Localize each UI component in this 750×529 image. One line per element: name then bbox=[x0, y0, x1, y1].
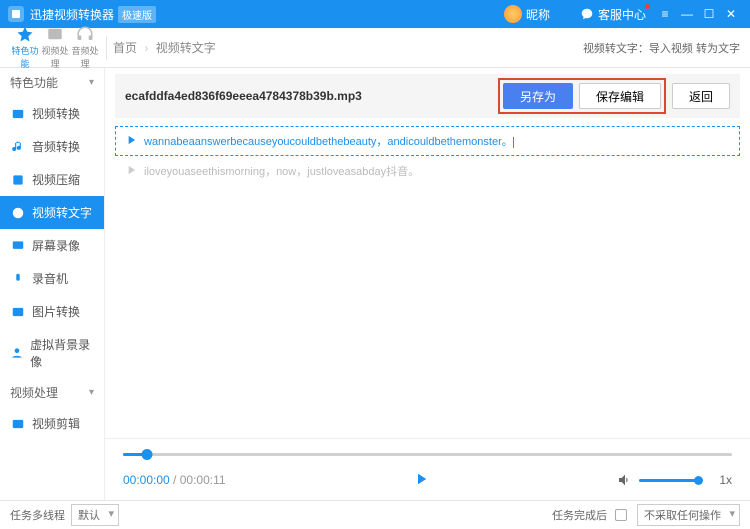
multithread-select[interactable]: 默认 bbox=[71, 504, 119, 526]
chat-icon bbox=[580, 7, 594, 21]
save-as-button[interactable]: 另存为 bbox=[503, 83, 573, 109]
breadcrumb-home[interactable]: 首页 bbox=[113, 41, 137, 55]
volume-control[interactable] bbox=[617, 472, 699, 488]
maximize-button[interactable]: ☐ bbox=[698, 7, 720, 21]
sidebar-item-video-edit[interactable]: 视频剪辑 bbox=[0, 407, 104, 440]
file-name: ecafddfa4ed836f69eeea4784378b39b.mp3 bbox=[125, 89, 492, 103]
after-task-label: 任务完成后 bbox=[552, 507, 607, 523]
back-button[interactable]: 返回 bbox=[672, 83, 730, 109]
headphone-icon bbox=[76, 25, 94, 43]
sidebar-item-recorder[interactable]: 录音机 bbox=[0, 262, 104, 295]
settings-icon[interactable]: ≡ bbox=[654, 7, 676, 21]
breadcrumb: 首页 › 视频转文字 bbox=[113, 39, 216, 56]
sidebar-item-video-compress[interactable]: 视频压缩 bbox=[0, 163, 104, 196]
user-avatar-icon[interactable] bbox=[504, 5, 522, 23]
play-icon bbox=[124, 163, 138, 177]
titlebar: 迅捷视频转换器 极速版 昵称 客服中心 ≡ — ☐ ✕ bbox=[0, 0, 750, 28]
sidebar-item-screen-record[interactable]: 屏幕录像 bbox=[0, 229, 104, 262]
sidebar: 特色功能 ▾ 视频转换 音频转换 视频压缩 视频转文字 屏幕录像 录音机 图片转… bbox=[0, 68, 105, 500]
page-hint: 视频转文字：导入视频 转为文字 bbox=[583, 40, 740, 56]
multithread-label: 任务多线程 bbox=[10, 507, 65, 523]
tab-audio[interactable]: 音频处理 bbox=[70, 25, 100, 70]
speaker-icon bbox=[617, 472, 633, 488]
transcript-line[interactable]: wannabeaanswerbecauseyoucouldbethebeauty… bbox=[115, 126, 740, 156]
progress-track[interactable] bbox=[123, 445, 732, 463]
breadcrumb-current: 视频转文字 bbox=[156, 41, 216, 55]
transcript-area[interactable]: wannabeaanswerbecauseyoucouldbethebeauty… bbox=[115, 126, 740, 434]
star-icon bbox=[16, 25, 34, 43]
save-edit-button[interactable]: 保存编辑 bbox=[579, 83, 661, 109]
chevron-down-icon: ▾ bbox=[89, 77, 94, 88]
volume-slider[interactable] bbox=[639, 479, 699, 482]
close-button[interactable]: ✕ bbox=[720, 7, 742, 21]
minimize-button[interactable]: — bbox=[676, 7, 698, 21]
transcript-line[interactable]: iloveyouaseethismorning，now，justloveasab… bbox=[115, 156, 740, 186]
tab-video[interactable]: 视频处理 bbox=[40, 25, 70, 70]
speed-label[interactable]: 1x bbox=[719, 473, 732, 487]
player: 00:00:00 / 00:00:11 1x bbox=[105, 438, 750, 500]
notification-dot-icon bbox=[645, 4, 650, 9]
after-task-select[interactable]: 不采取任何操作 bbox=[637, 504, 740, 526]
user-nickname[interactable]: 昵称 bbox=[526, 6, 550, 23]
sidebar-item-audio-convert[interactable]: 音频转换 bbox=[0, 130, 104, 163]
sidebar-group-video[interactable]: 视频处理 ▾ bbox=[0, 378, 104, 407]
sidebar-item-video-to-text[interactable]: 视频转文字 bbox=[0, 196, 104, 229]
after-task-checkbox[interactable] bbox=[615, 509, 627, 521]
app-logo-icon bbox=[8, 6, 24, 22]
time-display: 00:00:00 / 00:00:11 bbox=[123, 473, 226, 487]
toolbar: 特色功能 视频处理 音频处理 首页 › 视频转文字 视频转文字：导入视频 转为文… bbox=[0, 28, 750, 68]
file-header: ecafddfa4ed836f69eeea4784378b39b.mp3 另存为… bbox=[115, 74, 740, 118]
sidebar-group-feature[interactable]: 特色功能 ▾ bbox=[0, 68, 104, 97]
chevron-down-icon: ▾ bbox=[89, 387, 94, 398]
progress-knob[interactable] bbox=[142, 449, 153, 460]
footer: 任务多线程 默认 任务完成后 不采取任何操作 bbox=[0, 500, 750, 529]
play-button[interactable] bbox=[226, 470, 618, 491]
sidebar-item-virtual-bg[interactable]: 虚拟背景录像 bbox=[0, 328, 104, 378]
edition-badge: 极速版 bbox=[118, 6, 156, 23]
sidebar-item-video-convert[interactable]: 视频转换 bbox=[0, 97, 104, 130]
service-center-button[interactable]: 客服中心 bbox=[580, 6, 646, 23]
app-title: 迅捷视频转换器 bbox=[30, 6, 114, 23]
tab-feature[interactable]: 特色功能 bbox=[10, 25, 40, 70]
highlight-box: 另存为 保存编辑 bbox=[498, 78, 666, 114]
sidebar-item-image-convert[interactable]: 图片转换 bbox=[0, 295, 104, 328]
play-icon bbox=[124, 133, 138, 147]
film-icon bbox=[46, 25, 64, 43]
